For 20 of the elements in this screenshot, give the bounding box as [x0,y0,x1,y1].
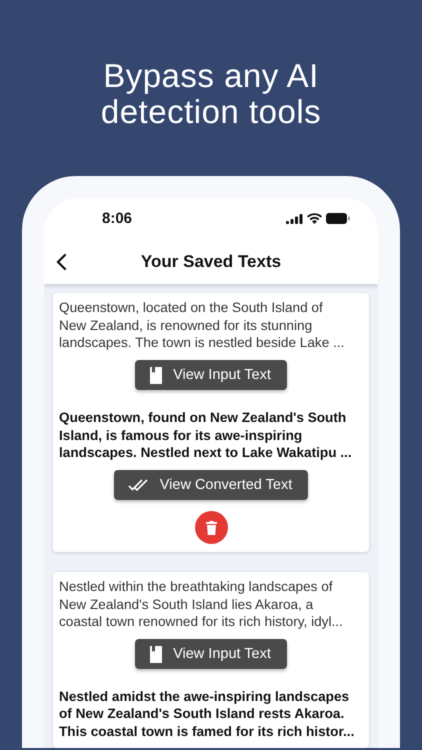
delete-button[interactable] [194,511,228,544]
battery-icon [326,213,350,224]
chevron-left-icon [56,252,67,271]
signal-icon [286,214,303,224]
view-input-button[interactable]: View Input Text [135,639,287,670]
book-icon [149,646,164,663]
input-text-preview: Queenstown, located on the South Island of New Zealand, is renowned for its stunning landscapes. The town is nestled beside Lake ... [59,299,344,352]
wifi-icon [307,213,322,224]
book-icon [149,366,164,384]
view-converted-button[interactable]: View Converted Text [114,470,308,500]
trash-icon [206,520,216,535]
headline: Bypass any AI detection tools [100,58,322,130]
screen-title: Your Saved Texts [140,252,282,272]
status-time: 8:06 [102,210,132,228]
back-button[interactable] [56,252,67,271]
view-input-button[interactable]: View Input Text [135,360,287,390]
converted-text-preview: Nestled amidst the awe-inspiring landscapes of New Zealand's South Island rests Akaroa. This coastal town is famed for its rich histor... [59,688,354,740]
input-text-preview: Nestled within the breathtaking landscapes of New Zealand's South Island lies Akaroa, a coastal town renowned for its rich history, idyl... [59,578,343,630]
double-check-icon [128,478,150,492]
converted-text-preview: Queenstown, found on New Zealand's South Island, is famous for its awe-inspiring landscapes. Nestled next to Lake Wakatipu ... [59,409,352,462]
